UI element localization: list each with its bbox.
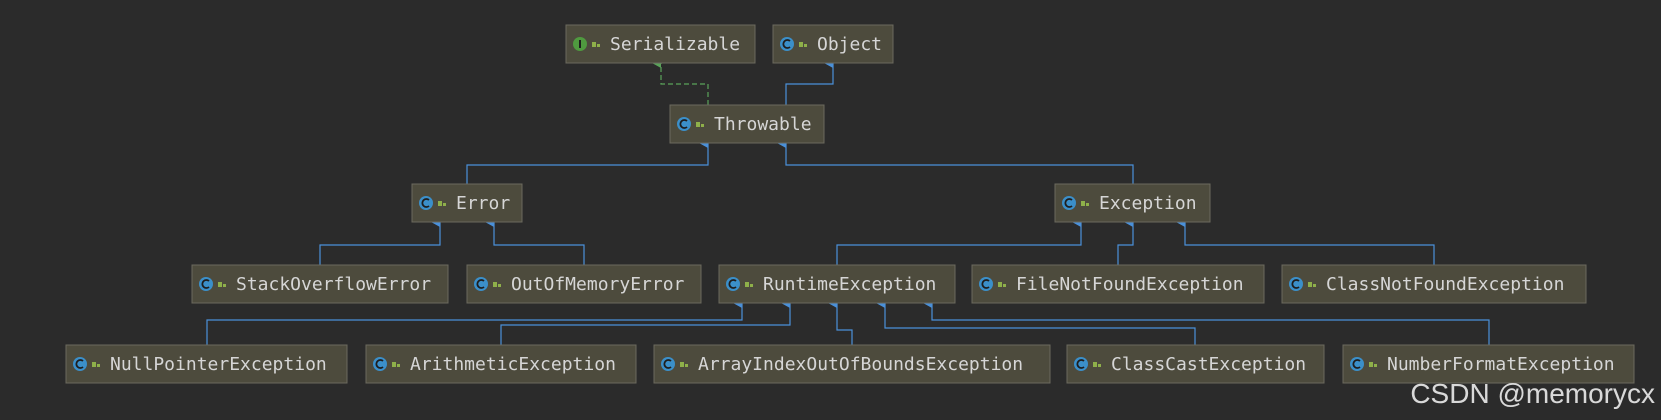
class-icon <box>474 277 488 291</box>
node-label: ClassNotFoundException <box>1326 274 1564 295</box>
interface-icon <box>573 37 587 51</box>
edge-classnotfoundexception-to-exception <box>1176 217 1435 265</box>
class-icon <box>1350 357 1364 371</box>
class-icon <box>979 277 993 291</box>
node-classnotfoundexception[interactable]: ClassNotFoundException <box>1281 264 1587 304</box>
edge-stackoverflowerror-to-error <box>319 217 441 265</box>
class-icon <box>726 277 740 291</box>
node-label: ClassCastException <box>1111 354 1306 375</box>
class-icon <box>419 196 433 210</box>
edge-exception-to-throwable <box>777 138 1134 184</box>
node-arithmeticexception[interactable]: ArithmeticException <box>365 344 637 384</box>
node-filenotfoundexception[interactable]: FileNotFoundException <box>971 264 1265 304</box>
node-object[interactable]: Object <box>772 24 894 64</box>
node-label: StackOverflowError <box>236 274 431 295</box>
nodes-layer: Serializable Object Throwable Error Exceptio… <box>65 24 1635 384</box>
edge-runtimeexception-to-exception <box>836 217 1082 265</box>
class-icon <box>73 357 87 371</box>
node-label: OutOfMemoryError <box>511 274 685 295</box>
node-label: ArithmeticException <box>410 354 616 375</box>
node-serializable[interactable]: Serializable <box>565 24 756 64</box>
node-label: RuntimeException <box>763 274 936 295</box>
node-nullpointerexception[interactable]: NullPointerException <box>65 344 348 384</box>
node-label: Object <box>817 34 882 55</box>
edge-numberformatexception-to-runtimeexception <box>923 298 1490 345</box>
class-hierarchy-diagram: Serializable Object Throwable Error Exceptio… <box>65 24 1635 384</box>
edge-arrayindexoutofboundsexception-to-runtimeexception <box>828 298 853 345</box>
node-label: Throwable <box>714 114 812 135</box>
node-label: NullPointerException <box>110 354 327 375</box>
edge-nullpointerexception-to-runtimeexception <box>206 298 743 345</box>
class-icon <box>1074 357 1088 371</box>
node-stackoverflowerror[interactable]: StackOverflowError <box>191 264 449 304</box>
node-arrayindexoutofboundsexception[interactable]: ArrayIndexOutOfBoundsException <box>653 344 1051 384</box>
node-label: Error <box>456 193 510 214</box>
node-label: Exception <box>1099 193 1197 214</box>
node-exception[interactable]: Exception <box>1054 183 1211 223</box>
node-label: NumberFormatException <box>1387 354 1615 375</box>
edge-throwable-to-object <box>785 58 834 105</box>
edge-throwable-to-serializable <box>652 58 709 105</box>
class-icon <box>661 357 675 371</box>
node-runtimeexception[interactable]: RuntimeException <box>718 264 956 304</box>
edge-arithmeticexception-to-runtimeexception <box>500 298 791 345</box>
class-icon <box>677 117 691 131</box>
node-label: Serializable <box>610 34 740 55</box>
class-icon <box>1289 277 1303 291</box>
node-outofmemoryerror[interactable]: OutOfMemoryError <box>466 264 702 304</box>
class-icon <box>373 357 387 371</box>
node-label: FileNotFoundException <box>1016 274 1244 295</box>
edge-filenotfoundexception-to-exception <box>1117 217 1134 265</box>
class-icon <box>1062 196 1076 210</box>
watermark: CSDN @memorycx <box>1410 378 1655 409</box>
node-label: ArrayIndexOutOfBoundsException <box>698 354 1023 375</box>
edge-error-to-throwable <box>466 138 709 184</box>
node-classcastexception[interactable]: ClassCastException <box>1066 344 1325 384</box>
edge-outofmemoryerror-to-error <box>485 217 585 265</box>
class-icon <box>199 277 213 291</box>
node-error[interactable]: Error <box>411 183 523 223</box>
class-icon <box>780 37 794 51</box>
node-throwable[interactable]: Throwable <box>669 104 825 144</box>
